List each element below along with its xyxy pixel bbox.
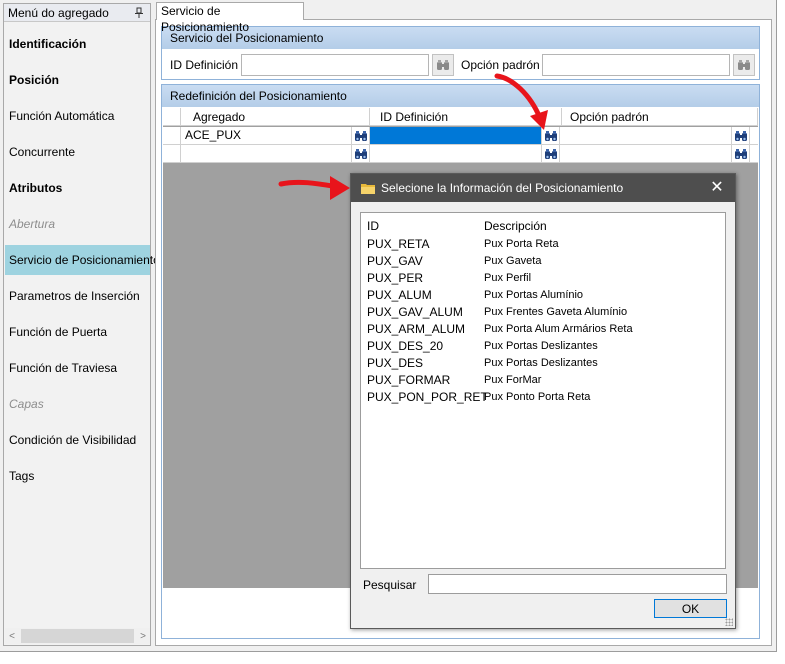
item-description: Pux Porta Reta xyxy=(484,238,559,250)
item-description: Pux Porta Alum Armários Reta xyxy=(484,323,633,335)
dialog-title: Selecione la Información del Posicionami… xyxy=(381,181,624,195)
agregado-cell[interactable] xyxy=(181,145,352,162)
list-item[interactable]: PUX_ARM_ALUM Pux Porta Alum Armários Reta xyxy=(361,321,725,338)
list-item[interactable]: PUX_GAV_ALUM Pux Frentes Gaveta Alumínio xyxy=(361,304,725,321)
item-id: PUX_GAV_ALUM xyxy=(367,305,463,319)
column-header-opcion-padron[interactable]: Opción padrón xyxy=(562,108,758,126)
binoculars-icon[interactable] xyxy=(352,145,370,162)
item-description: Pux ForMar xyxy=(484,374,542,386)
item-description: Pux Perfil xyxy=(484,272,532,284)
item-description: Pux Frentes Gaveta Alumínio xyxy=(484,306,628,318)
sidebar-item-tags[interactable]: Tags xyxy=(5,461,150,491)
item-id: PUX_PON_POR_RET xyxy=(367,390,488,404)
item-id: PUX_FORMAR xyxy=(367,373,451,387)
sidebar-item-funci-n-autom-tica[interactable]: Función Automática xyxy=(5,101,150,131)
search-label: Pesquisar xyxy=(363,578,417,592)
binoculars-icon[interactable] xyxy=(733,54,755,76)
sidebar-item-posici-n[interactable]: Posición xyxy=(5,65,150,95)
list-item[interactable]: PUX_GAV Pux Gaveta xyxy=(361,253,725,270)
opcion-padron-label: Opción padrón xyxy=(461,58,540,72)
panel-title: Menú do agregado xyxy=(8,5,109,20)
item-description: Pux Portas Deslizantes xyxy=(484,340,598,352)
list-item[interactable]: PUX_DES_20 Pux Portas Deslizantes xyxy=(361,338,725,355)
sidebar-item-funci-n-de-puerta[interactable]: Función de Puerta xyxy=(5,317,150,347)
binoculars-icon[interactable] xyxy=(432,54,454,76)
binoculars-icon[interactable] xyxy=(352,127,370,144)
menu-list: Identificación Posición Función Automática… xyxy=(4,23,160,627)
sidebar-item-servicio-de-posicionamiento[interactable]: Servicio de Posicionamiento xyxy=(5,245,160,275)
binoculars-icon[interactable] xyxy=(542,145,560,162)
table-row[interactable]: ACE_PUX xyxy=(163,127,758,145)
list-item[interactable]: PUX_FORMAR Pux ForMar xyxy=(361,372,725,389)
item-description: Pux Portas Deslizantes xyxy=(484,357,598,369)
item-id: PUX_PER xyxy=(367,271,424,285)
positioning-list[interactable]: ID Descripción PUX_RETA Pux Porta Reta PUX… xyxy=(360,212,726,569)
scroll-thumb[interactable] xyxy=(21,629,134,643)
horizontal-scrollbar[interactable]: < > xyxy=(5,628,150,644)
list-item[interactable]: PUX_ALUM Pux Portas Alumínio xyxy=(361,287,725,304)
sidebar-item-capas[interactable]: Capas xyxy=(5,389,150,419)
sidebar-item-parametros-de-inserci-n[interactable]: Parametros de Inserción xyxy=(5,281,150,311)
close-icon[interactable]: ✕ xyxy=(709,180,725,196)
binoculars-icon[interactable] xyxy=(732,127,750,144)
table-row[interactable] xyxy=(163,145,758,163)
binoculars-icon[interactable] xyxy=(732,145,750,162)
item-description: Pux Ponto Porta Reta xyxy=(484,391,591,403)
column-header-descripcion[interactable]: Descripción xyxy=(484,219,547,233)
column-header-agregado[interactable]: Agregado xyxy=(181,108,370,126)
id-definicion-label: ID Definición xyxy=(170,58,239,72)
list-item[interactable]: PUX_DES Pux Portas Deslizantes xyxy=(361,355,725,372)
section-title: Servicio del Posicionamiento xyxy=(162,27,759,49)
list-item[interactable]: PUX_PER Pux Perfil xyxy=(361,270,725,287)
sidebar-item-identificaci-n[interactable]: Identificación xyxy=(5,29,150,59)
row-header xyxy=(163,127,181,144)
column-header-id[interactable]: ID xyxy=(367,219,379,233)
item-id: PUX_DES xyxy=(367,356,424,370)
folder-icon xyxy=(361,182,375,194)
opcion-padron-cell[interactable] xyxy=(560,145,732,162)
servicio-section: Servicio del Posicionamiento ID Definici… xyxy=(161,26,760,80)
section-title: Redefinición del Posicionamiento xyxy=(162,85,759,107)
row-header-corner xyxy=(163,108,181,126)
item-description: Pux Portas Alumínio xyxy=(484,289,584,301)
item-description: Pux Gaveta xyxy=(484,255,542,267)
id-definicion-input[interactable] xyxy=(241,54,429,76)
item-id: PUX_DES_20 xyxy=(367,339,444,353)
scroll-right-button[interactable]: > xyxy=(136,628,150,644)
search-input[interactable] xyxy=(428,574,727,594)
pin-icon[interactable] xyxy=(134,7,144,19)
scroll-left-button[interactable]: < xyxy=(5,628,19,644)
arrow-annotation xyxy=(494,73,548,130)
select-positioning-dialog: Selecione la Información del Posicionami… xyxy=(350,173,736,629)
ok-button[interactable]: OK xyxy=(654,599,727,618)
resize-grip-icon[interactable] xyxy=(725,618,733,626)
sidebar-item-atributos[interactable]: Atributos xyxy=(5,173,150,203)
id-definicion-cell[interactable] xyxy=(370,145,542,162)
sidebar-item-concurrente[interactable]: Concurrente xyxy=(5,137,150,167)
item-id: PUX_GAV xyxy=(367,254,423,268)
panel-header: Menú do agregado xyxy=(4,4,150,22)
tab-servicio-posicionamiento[interactable]: Servicio de Posicionamiento xyxy=(156,2,304,34)
sidebar-item-funci-n-de-traviesa[interactable]: Función de Traviesa xyxy=(5,353,150,383)
agregado-cell[interactable]: ACE_PUX xyxy=(181,127,352,144)
opcion-padron-cell[interactable] xyxy=(560,127,732,144)
list-header: ID Descripción xyxy=(361,213,725,237)
item-id: PUX_RETA xyxy=(367,237,430,251)
list-item[interactable]: PUX_RETA Pux Porta Reta xyxy=(361,236,725,253)
item-id: PUX_ALUM xyxy=(367,288,432,302)
grid-header: Agregado ID Definición Opción padrón xyxy=(163,108,758,126)
item-id: PUX_ARM_ALUM xyxy=(367,322,466,336)
sidebar-item-condici-n-de-visibilidad[interactable]: Condición de Visibilidad xyxy=(5,425,150,455)
dialog-title-bar[interactable]: Selecione la Información del Posicionami… xyxy=(351,174,735,202)
sidebar-item-abertura[interactable]: Abertura xyxy=(5,209,150,239)
opcion-padron-input[interactable] xyxy=(542,54,730,76)
arrow-annotation xyxy=(278,176,350,200)
row-header xyxy=(163,145,181,162)
list-item[interactable]: PUX_PON_POR_RET Pux Ponto Porta Reta xyxy=(361,389,725,406)
aggregate-menu-panel: Menú do agregado Identificación Posición F… xyxy=(3,3,160,646)
